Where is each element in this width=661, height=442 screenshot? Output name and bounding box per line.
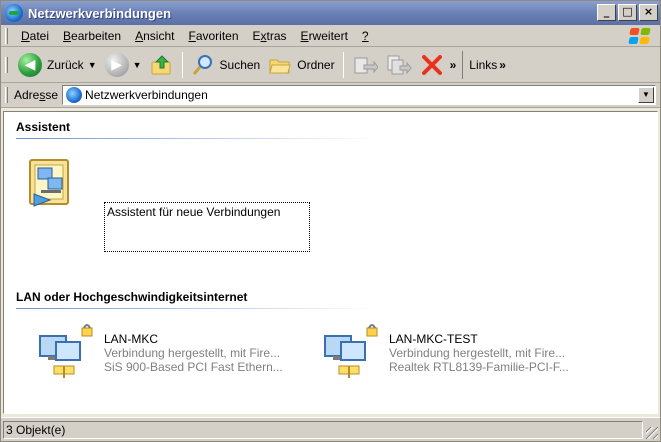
back-arrow-icon: ◀ bbox=[18, 52, 42, 77]
forward-button[interactable]: ▶ ▼ bbox=[101, 50, 146, 80]
menubar-grip[interactable] bbox=[5, 27, 8, 44]
back-dropdown-icon[interactable]: ▼ bbox=[88, 60, 97, 70]
menu-bearbeiten[interactable]: Bearbeiten bbox=[56, 29, 128, 43]
toolbar-separator bbox=[342, 51, 344, 78]
folders-icon bbox=[269, 59, 291, 73]
menu-erweitert[interactable]: Erweitert bbox=[294, 29, 355, 43]
standard-toolbar: ◀ Zurück ▼ ▶ ▼ Suchen Ordner » Links » bbox=[1, 47, 660, 83]
toolbar-overflow-chevron[interactable]: » bbox=[450, 58, 457, 72]
group-header-lan: LAN oder Hochgeschwindigkeitsinternet bbox=[16, 290, 248, 304]
status-bar: 3 Objekt(e) bbox=[1, 417, 660, 441]
menu-help[interactable]: ? bbox=[355, 29, 376, 43]
menu-favoriten[interactable]: Favoriten bbox=[181, 29, 245, 43]
wizard-item-label[interactable]: Assistent für neue Verbindungen bbox=[104, 202, 310, 252]
connection-device: SiS 900-Based PCI Fast Ethern... bbox=[104, 360, 283, 374]
menu-bar: Datei Bearbeiten Ansicht Favoriten Extra… bbox=[1, 25, 660, 47]
network-connections-icon bbox=[5, 4, 23, 22]
copy-to-button[interactable] bbox=[382, 50, 416, 80]
explorer-window: Netzwerkverbindungen _ □ × Datei Bearbei… bbox=[0, 0, 661, 442]
connection-status: Verbindung hergestellt, mit Fire... bbox=[389, 346, 566, 360]
address-label: Adresse bbox=[14, 88, 59, 102]
connection-status: Verbindung hergestellt, mit Fire... bbox=[104, 346, 281, 360]
forward-arrow-icon: ▶ bbox=[104, 52, 129, 77]
menu-ansicht[interactable]: Ansicht bbox=[128, 29, 181, 43]
network-connections-icon bbox=[66, 87, 83, 103]
address-bar: Adresse Netzwerkverbindungen ▼ bbox=[1, 83, 660, 108]
windows-logo-icon bbox=[626, 27, 654, 45]
address-dropdown-button[interactable]: ▼ bbox=[638, 87, 654, 103]
close-button[interactable]: × bbox=[639, 4, 658, 21]
move-to-button[interactable] bbox=[348, 50, 382, 80]
title-bar[interactable]: Netzwerkverbindungen _ □ × bbox=[1, 1, 660, 25]
menu-datei[interactable]: Datei bbox=[14, 29, 56, 43]
search-button[interactable]: Suchen bbox=[187, 50, 265, 80]
back-label: Zurück bbox=[47, 57, 84, 72]
forward-dropdown-icon[interactable]: ▼ bbox=[133, 60, 142, 70]
back-button[interactable]: ◀ Zurück ▼ bbox=[14, 50, 101, 80]
links-overflow-chevron[interactable]: » bbox=[499, 58, 506, 72]
connection-name[interactable]: LAN-MKC bbox=[104, 332, 158, 346]
connection-device: Realtek RTL8139-Familie-PCI-F... bbox=[389, 360, 569, 374]
address-value: Netzwerkverbindungen bbox=[85, 88, 208, 102]
search-icon bbox=[192, 54, 212, 75]
links-label: Links bbox=[469, 57, 498, 72]
lan-connection-icon[interactable] bbox=[34, 322, 98, 386]
address-input[interactable]: Netzwerkverbindungen ▼ bbox=[62, 85, 656, 105]
menu-extras[interactable]: Extras bbox=[246, 29, 294, 43]
move-to-icon bbox=[354, 57, 378, 73]
folders-button[interactable]: Ordner bbox=[264, 50, 338, 80]
file-view: Assistent Assistent für neue Verbindunge… bbox=[3, 111, 658, 414]
addressbar-grip[interactable] bbox=[5, 87, 8, 103]
status-text: 3 Objekt(e) bbox=[3, 420, 643, 439]
new-connection-wizard-icon[interactable] bbox=[26, 154, 82, 210]
connection-name[interactable]: LAN-MKC-TEST bbox=[389, 332, 478, 346]
delete-button[interactable] bbox=[416, 50, 448, 80]
toolbar-separator bbox=[181, 51, 183, 78]
search-label: Suchen bbox=[219, 57, 261, 72]
group-divider bbox=[16, 138, 376, 139]
maximize-button[interactable]: □ bbox=[618, 4, 637, 21]
lan-connection-icon[interactable] bbox=[319, 322, 383, 386]
resize-grip-icon[interactable] bbox=[646, 427, 658, 439]
copy-to-icon bbox=[387, 55, 412, 74]
window-title: Netzwerkverbindungen bbox=[28, 5, 172, 21]
group-header-wizard: Assistent bbox=[16, 120, 71, 134]
up-button[interactable] bbox=[146, 50, 178, 80]
caption-buttons: _ □ × bbox=[597, 4, 658, 21]
minimize-button[interactable]: _ bbox=[597, 4, 616, 21]
links-toolbar[interactable]: Links » bbox=[462, 50, 508, 79]
folders-label: Ordner bbox=[297, 57, 335, 72]
folder-up-icon bbox=[151, 54, 171, 74]
group-divider bbox=[16, 308, 376, 309]
delete-x-icon bbox=[421, 54, 442, 75]
toolbar-grip[interactable] bbox=[5, 56, 8, 73]
